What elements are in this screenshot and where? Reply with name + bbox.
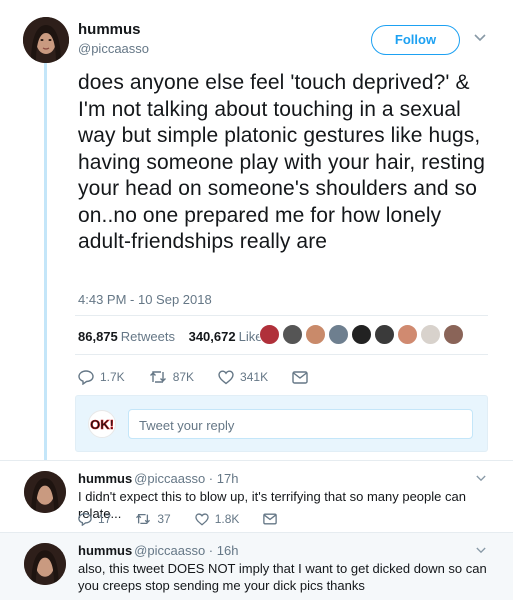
svg-text:OK!: OK! [90, 417, 114, 432]
thread-line [44, 60, 47, 460]
divider [75, 354, 488, 355]
like-action[interactable]: 341K [218, 369, 268, 385]
envelope-icon [263, 513, 278, 525]
reply-text: also, this tweet DOES NOT imply that I w… [78, 561, 487, 593]
follow-button[interactable]: Follow [371, 25, 460, 55]
chevron-down-icon[interactable] [476, 475, 486, 482]
liker-avatar[interactable] [443, 324, 464, 345]
reply-input[interactable]: Tweet your reply [128, 409, 473, 439]
dm-action[interactable] [292, 370, 314, 384]
retweets-stat[interactable]: 86,875 Retweets [78, 329, 175, 344]
chevron-down-icon[interactable] [474, 34, 486, 42]
avatar[interactable] [24, 471, 66, 513]
tweet-text: does anyone else feel 'touch deprived?' … [78, 71, 486, 253]
reply-actions: 17 37 1.8K [78, 512, 307, 526]
liker-avatar[interactable] [282, 324, 303, 345]
liker-avatar[interactable] [351, 324, 372, 345]
user-handle[interactable]: @piccaasso [78, 41, 149, 56]
ok-logo-icon: OK! [88, 410, 116, 438]
reply-icon [78, 370, 94, 385]
display-name[interactable]: hummus [78, 21, 141, 38]
retweet-icon [149, 371, 166, 383]
liker-avatar[interactable] [420, 324, 441, 345]
tweet-stats: 86,875 Retweets 340,672 Likes [78, 329, 269, 344]
retweet-icon [136, 513, 151, 525]
reply-composer: OK! Tweet your reply [75, 395, 488, 452]
reply-action[interactable]: 17 [78, 512, 111, 526]
main-tweet: hummus @piccaasso Follow does anyone els… [0, 0, 513, 460]
avatar[interactable] [24, 543, 66, 585]
retweet-action[interactable]: 37 [135, 512, 171, 526]
reply-tweet[interactable]: hummus @piccaasso · 17h I didn't expect t… [0, 460, 513, 538]
liker-avatar[interactable] [328, 324, 349, 345]
tweet-actions: 1.7K 87K 341K [78, 369, 338, 385]
chevron-down-icon[interactable] [476, 547, 486, 554]
retweet-action[interactable]: 87K [149, 369, 194, 385]
envelope-icon [292, 370, 308, 384]
liker-avatar[interactable] [259, 324, 280, 345]
dm-action[interactable] [263, 513, 283, 525]
heart-icon [195, 512, 209, 526]
liker-avatar[interactable] [397, 324, 418, 345]
like-action[interactable]: 1.8K [195, 512, 239, 526]
heart-icon [218, 369, 234, 384]
liker-avatar[interactable] [374, 324, 395, 345]
tweet-timestamp[interactable]: 4:43 PM - 10 Sep 2018 [78, 292, 212, 307]
avatar[interactable] [23, 17, 69, 63]
reply-author[interactable]: hummus @piccaasso · 17h [78, 471, 238, 486]
reply-action[interactable]: 1.7K [78, 369, 125, 385]
liker-avatar[interactable] [305, 324, 326, 345]
likers-avatars [259, 324, 466, 345]
reply-icon [78, 513, 92, 526]
likes-stat[interactable]: 340,672 Likes [189, 329, 269, 344]
reply-author[interactable]: hummus @piccaasso · 16h [78, 543, 238, 558]
reply-tweet[interactable]: hummus @piccaasso · 16h also, this tweet … [0, 532, 513, 600]
divider [75, 315, 488, 316]
